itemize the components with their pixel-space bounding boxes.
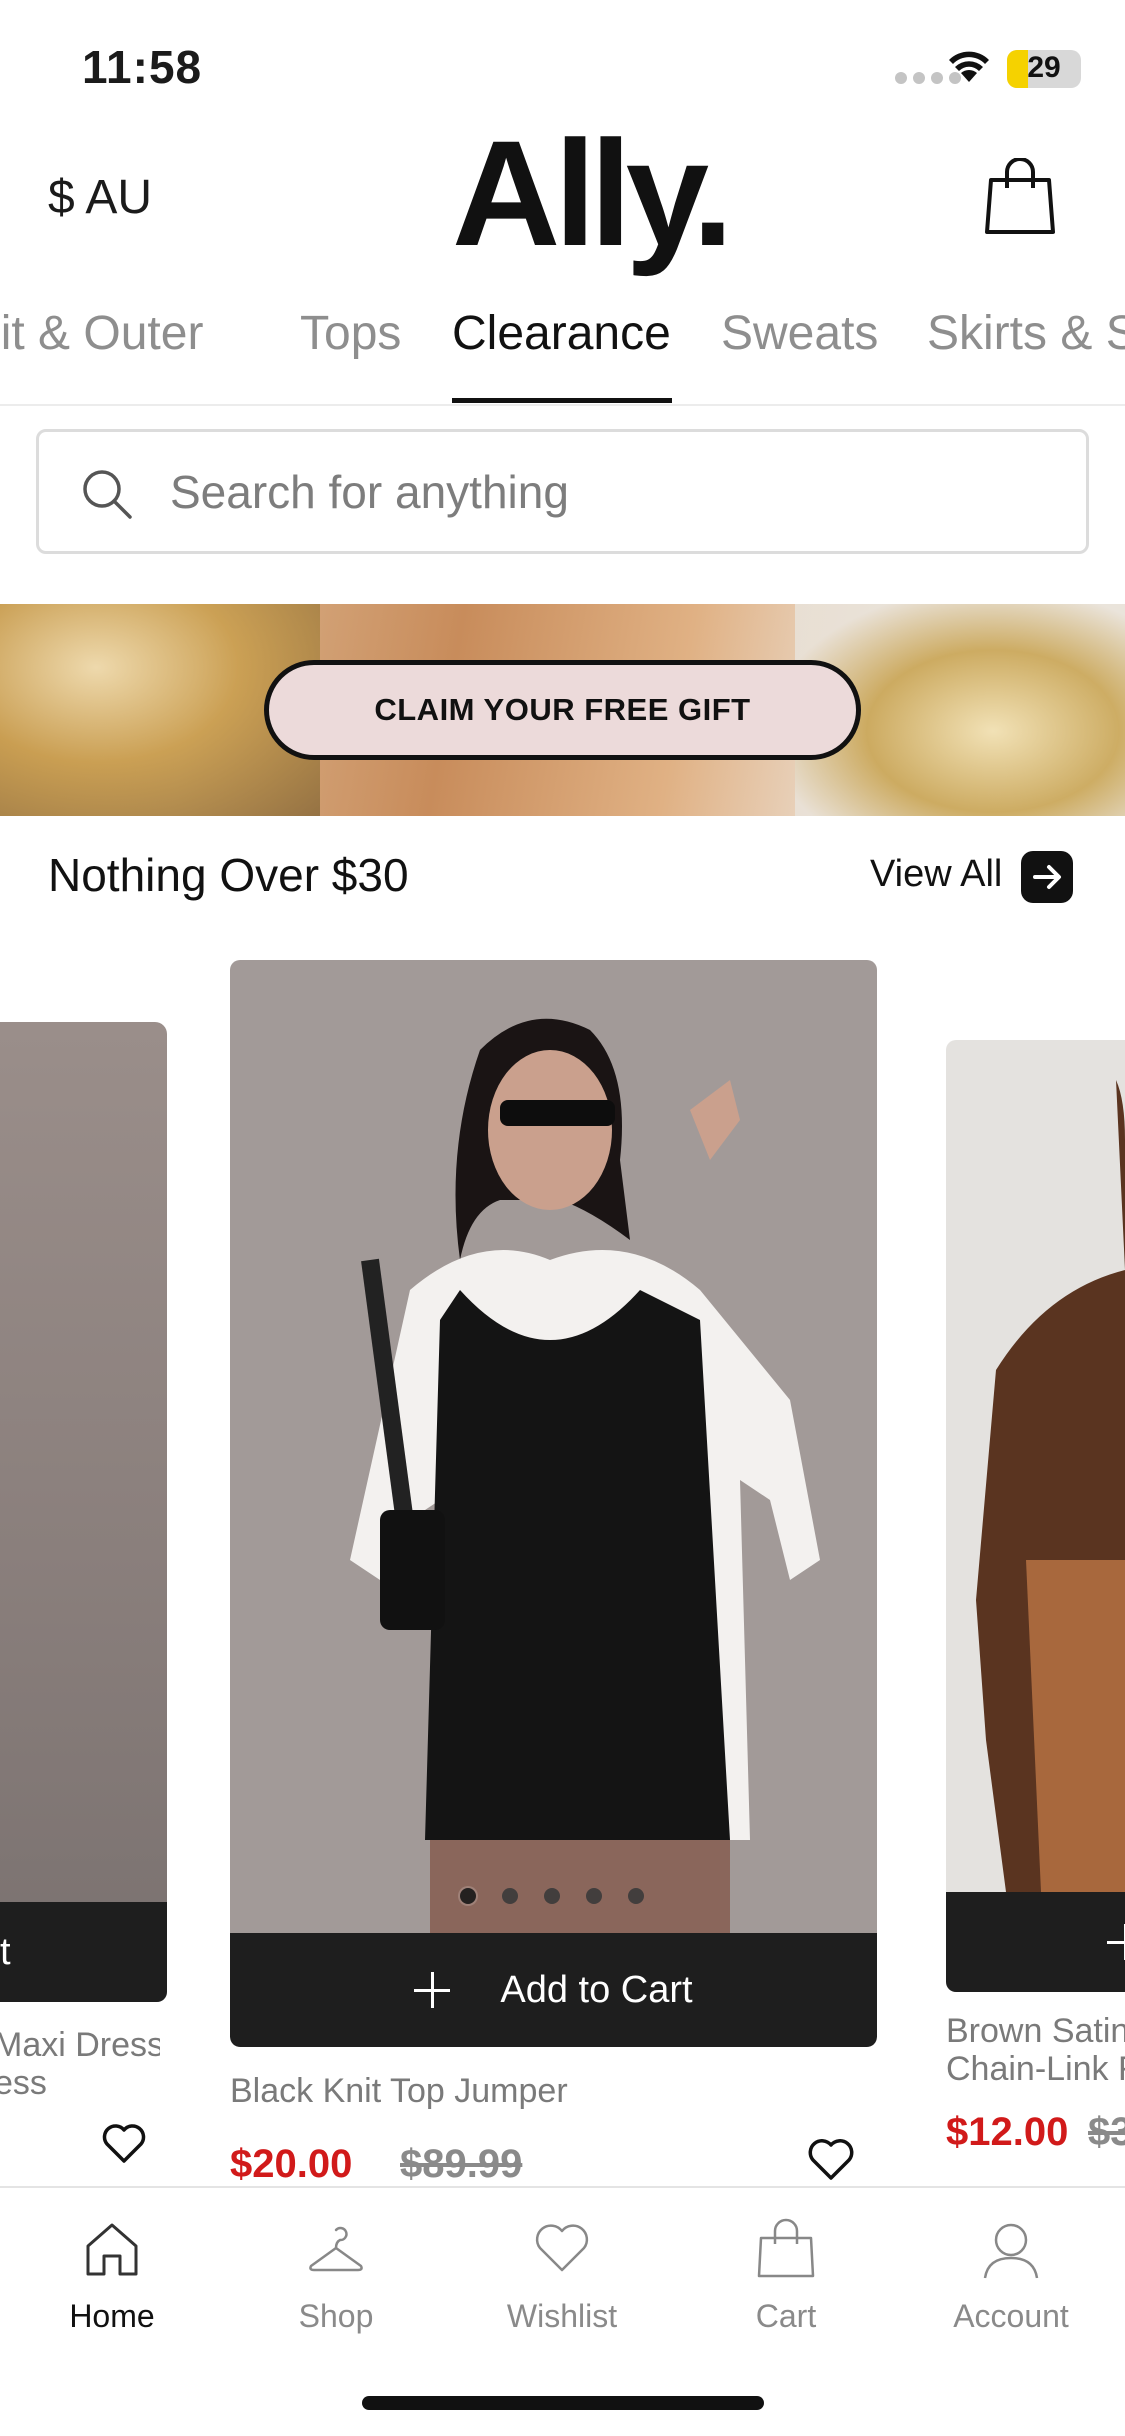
brand-logo: Ally. — [452, 109, 734, 277]
active-tab-indicator — [452, 398, 672, 403]
home-icon — [86, 2223, 138, 2276]
image-pagination-dots[interactable] — [460, 1888, 644, 1904]
plus-icon — [1107, 1924, 1125, 1960]
search-icon — [83, 470, 132, 519]
product-name[interactable]: Black Knit Top Jumper — [230, 2072, 568, 2110]
wishlist-heart-icon[interactable] — [102, 2124, 146, 2164]
add-to-cart-button[interactable]: Add to Cart — [230, 1933, 877, 2047]
product-image[interactable] — [946, 1040, 1125, 1892]
view-all-link[interactable]: View All — [870, 853, 1002, 896]
product-name[interactable]: Brown Satin Chain-Link F — [946, 2012, 1125, 2088]
product-card[interactable] — [946, 1040, 1125, 1992]
battery-level: 29 — [1027, 51, 1061, 84]
shopping-bag-icon[interactable] — [985, 158, 1055, 236]
pagination-dot[interactable] — [628, 1888, 644, 1904]
hanger-icon — [309, 2226, 363, 2272]
add-to-cart-button[interactable]: t — [0, 1902, 167, 2002]
nav-home[interactable]: Home — [22, 2218, 202, 2335]
pagination-dot[interactable] — [502, 1888, 518, 1904]
tab-knit-outer[interactable]: Knit & Outer — [0, 306, 203, 361]
search-bar[interactable] — [36, 429, 1089, 554]
home-indicator — [362, 2396, 764, 2410]
nav-shop[interactable]: Shop — [246, 2218, 426, 2335]
nav-account[interactable]: Account — [921, 2218, 1101, 2335]
tab-skirts-shorts[interactable]: Skirts & Shorts — [927, 306, 1125, 361]
user-icon — [983, 2223, 1039, 2279]
product-card[interactable]: Add to Cart — [230, 960, 877, 2047]
pagination-dot[interactable] — [586, 1888, 602, 1904]
nav-wishlist[interactable]: Wishlist — [472, 2218, 652, 2335]
pagination-dot[interactable] — [460, 1888, 476, 1904]
nav-cart[interactable]: Cart — [696, 2218, 876, 2335]
sale-price: $12.00 — [946, 2110, 1069, 2154]
product-name[interactable]: Maxi Dress ess — [0, 2026, 160, 2102]
add-to-cart-button[interactable] — [946, 1892, 1125, 1992]
product-image[interactable] — [230, 960, 877, 1933]
promo-banner[interactable]: CLAIM YOUR FREE GIFT — [0, 604, 1125, 816]
section-title: Nothing Over $30 — [48, 849, 409, 901]
status-time: 11:58 — [82, 41, 203, 93]
divider — [0, 404, 1125, 406]
heart-icon — [535, 2224, 589, 2272]
battery-icon: 29 — [1007, 50, 1081, 88]
product-image[interactable] — [0, 1022, 167, 1902]
original-price: $3 — [1088, 2110, 1125, 2154]
sale-price: $20.00 — [230, 2142, 353, 2186]
tab-tops[interactable]: Tops — [300, 306, 401, 361]
product-card[interactable]: t — [0, 1022, 167, 2002]
wifi-icon — [949, 51, 989, 82]
currency-selector[interactable]: $ AU — [48, 170, 152, 225]
claim-gift-button[interactable]: CLAIM YOUR FREE GIFT — [264, 660, 861, 760]
arrow-right-icon[interactable] — [1021, 851, 1073, 903]
original-price: $89.99 — [400, 2142, 523, 2186]
category-tabs: Knit & Outer Tops Clearance Sweats Skirt… — [0, 296, 1125, 406]
bag-icon — [757, 2218, 815, 2278]
search-input[interactable] — [170, 462, 970, 522]
pagination-dot[interactable] — [544, 1888, 560, 1904]
tab-clearance[interactable]: Clearance — [452, 306, 671, 361]
tab-sweats[interactable]: Sweats — [721, 306, 878, 361]
plus-icon — [414, 1972, 451, 2008]
wishlist-heart-icon[interactable] — [808, 2139, 854, 2181]
